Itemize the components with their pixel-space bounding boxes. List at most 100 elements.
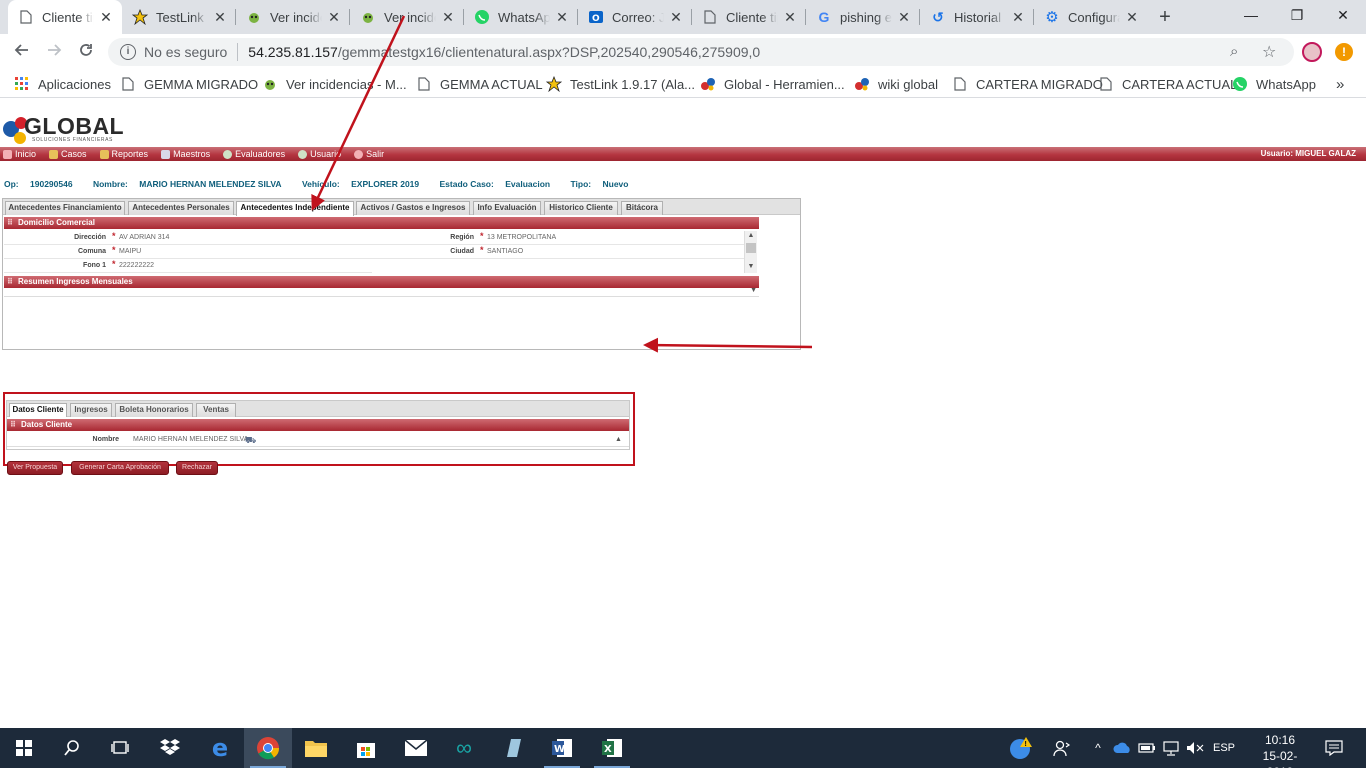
app-icon[interactable] [490,728,538,768]
volume-muted-icon[interactable] [1184,728,1206,768]
taskbar-clock[interactable]: 10:16 15-02-2019 [1250,732,1310,780]
windows-start-icon[interactable] [0,728,48,768]
clock-time: 10:16 [1264,733,1296,747]
scroll-thumb[interactable] [746,243,756,253]
bookmark-wiki-global[interactable]: wiki global [854,75,938,93]
tab-antecedentes-financiamiento[interactable]: Antecedentes Financiamiento [5,201,125,215]
bookmark-whatsapp[interactable]: WhatsApp [1232,75,1316,93]
back-arrow-icon[interactable] [8,38,36,66]
task-view-icon[interactable] [96,728,144,768]
minimize-button[interactable]: — [1228,0,1274,30]
search-icon[interactable] [48,728,96,768]
dropbox-icon[interactable] [146,728,194,768]
svg-text:!: ! [1025,741,1027,748]
onedrive-icon[interactable] [1112,728,1134,768]
battery-icon[interactable] [1136,728,1158,768]
tab-historial[interactable]: ↺ Historial ✕ [920,0,1034,34]
store-icon[interactable] [342,728,390,768]
address-bar[interactable]: i No es seguro 54.235.81.157 /gemmatestg… [108,38,1294,66]
close-tab-icon[interactable]: ✕ [1124,9,1140,25]
arduino-icon[interactable]: ∞ [440,728,488,768]
close-tab-icon[interactable]: ✕ [554,9,570,25]
chevron-up-icon[interactable]: ^ [1090,728,1106,768]
bookmark-cartera-migrado[interactable]: CARTERA MIGRADO [952,75,1103,93]
tab-ver-incidencias-1[interactable]: Ver incide ✕ [236,0,350,34]
menu-item-casos[interactable]: Casos [46,149,87,159]
new-tab-button[interactable]: + [1152,4,1178,30]
avatar[interactable] [1302,42,1322,62]
menu-item-maestros[interactable]: Maestros [158,149,210,159]
close-tab-icon[interactable]: ✕ [326,9,342,25]
tab-bitacora[interactable]: Bitácora [621,201,663,215]
bookmark-global-herramientas[interactable]: Global - Herramien... [700,75,845,93]
tab-configuracion[interactable]: ⚙ Configura ✕ [1034,0,1148,34]
info-icon[interactable]: i [120,44,136,60]
tab-whatsapp[interactable]: WhatsApp ✕ [464,0,578,34]
bookmark-star-icon[interactable]: ☆ [1262,42,1276,62]
scroll-down-icon[interactable]: ▼ [750,287,757,294]
close-tab-icon[interactable]: ✕ [782,9,798,25]
close-tab-icon[interactable]: ✕ [440,9,456,25]
bookmark-gemma-migrado[interactable]: GEMMA MIGRADO [120,75,258,93]
excel-icon[interactable]: X [588,728,636,768]
ver-propuesta-button[interactable]: Ver Propuesta [7,461,63,475]
close-tab-icon[interactable]: ✕ [668,9,684,25]
language-indicator[interactable]: ESP [1210,728,1238,768]
bookmark-testlink[interactable]: TestLink 1.9.17 (Ala... [546,75,695,93]
zoom-icon[interactable]: ⌕ [1230,43,1238,60]
tab-antecedentes-independiente[interactable]: Antecedentes Independiente [236,201,354,216]
scroll-up-icon[interactable]: ▲ [745,231,757,241]
tab-title: Cliente tip [726,9,778,25]
scroll-down-icon[interactable]: ▼ [745,262,757,272]
tab-info-evaluacion[interactable]: Info Evaluación [473,201,541,215]
tab-cliente-tipo[interactable]: Cliente tip ✕ [8,0,122,34]
close-tab-icon[interactable]: ✕ [98,9,114,25]
tab-testlink[interactable]: TestLink 1 ✕ [122,0,236,34]
tab-activos-gastos-ingresos[interactable]: Activos / Gastos e Ingresos [356,201,470,215]
rechazar-button[interactable]: Rechazar [176,461,218,475]
tab-title: Ver incide [384,9,436,25]
global-logo[interactable]: GLOBAL SOLUCIONES FINANCIERAS [2,105,124,145]
bookmark-gemma-actual[interactable]: GEMMA ACTUAL [416,75,543,93]
word-icon[interactable]: W [538,728,586,768]
generar-carta-aprobacion-button[interactable]: Generar Carta Aprobación [71,461,169,475]
close-tab-icon[interactable]: ✕ [1010,9,1026,25]
action-center-icon[interactable] [1316,728,1352,768]
menu-item-reportes[interactable]: Reportes [97,149,148,159]
mail-icon[interactable] [392,728,440,768]
tab-pishing[interactable]: G pishing e ✕ [806,0,920,34]
network-icon[interactable] [1160,728,1182,768]
logo-subtitle: SOLUCIONES FINANCIERAS [32,137,113,143]
file-explorer-icon[interactable] [292,728,340,768]
tab-correo[interactable]: O Correo: Ju ✕ [578,0,692,34]
edge-icon[interactable]: e [196,728,244,768]
exit-icon [354,149,364,159]
domicilio-scrollbar[interactable]: ▲ ▼ [744,231,757,273]
document-icon [1098,76,1114,92]
more-bookmarks-button[interactable]: » [1336,75,1344,93]
chrome-icon[interactable] [244,728,292,768]
bookmark-ver-incidencias[interactable]: Ver incidencias - M... [262,75,407,93]
reload-icon[interactable] [72,38,100,66]
bookmark-aplicaciones[interactable]: Aplicaciones [14,75,111,93]
update-notification-icon[interactable]: ! [1006,728,1036,768]
close-tab-icon[interactable]: ✕ [212,9,228,25]
tab-ver-incidencias-2[interactable]: Ver incide ✕ [350,0,464,34]
close-tab-icon[interactable]: ✕ [896,9,912,25]
menu-item-usuario[interactable]: Usuario [295,149,341,159]
tab-cliente-tipo-2[interactable]: Cliente tip ✕ [692,0,806,34]
folder-icon [49,149,59,159]
menu-item-inicio[interactable]: Inicio [0,149,36,159]
close-window-button[interactable]: ✕ [1320,0,1366,30]
database-icon [161,149,171,159]
forward-arrow-icon[interactable] [40,38,68,66]
update-alert-icon[interactable]: ! [1335,43,1353,61]
people-icon[interactable] [1050,728,1074,768]
menu-item-evaluadores[interactable]: Evaluadores [220,149,285,159]
maximize-button[interactable]: ❐ [1274,0,1320,30]
tab-antecedentes-personales[interactable]: Antecedentes Personales [128,201,234,215]
menu-item-salir[interactable]: Salir [351,149,384,159]
bookmark-cartera-actual[interactable]: CARTERA ACTUAL [1098,75,1237,93]
tab-historico-cliente[interactable]: Historico Cliente [544,201,618,215]
svg-text:X: X [604,744,612,755]
